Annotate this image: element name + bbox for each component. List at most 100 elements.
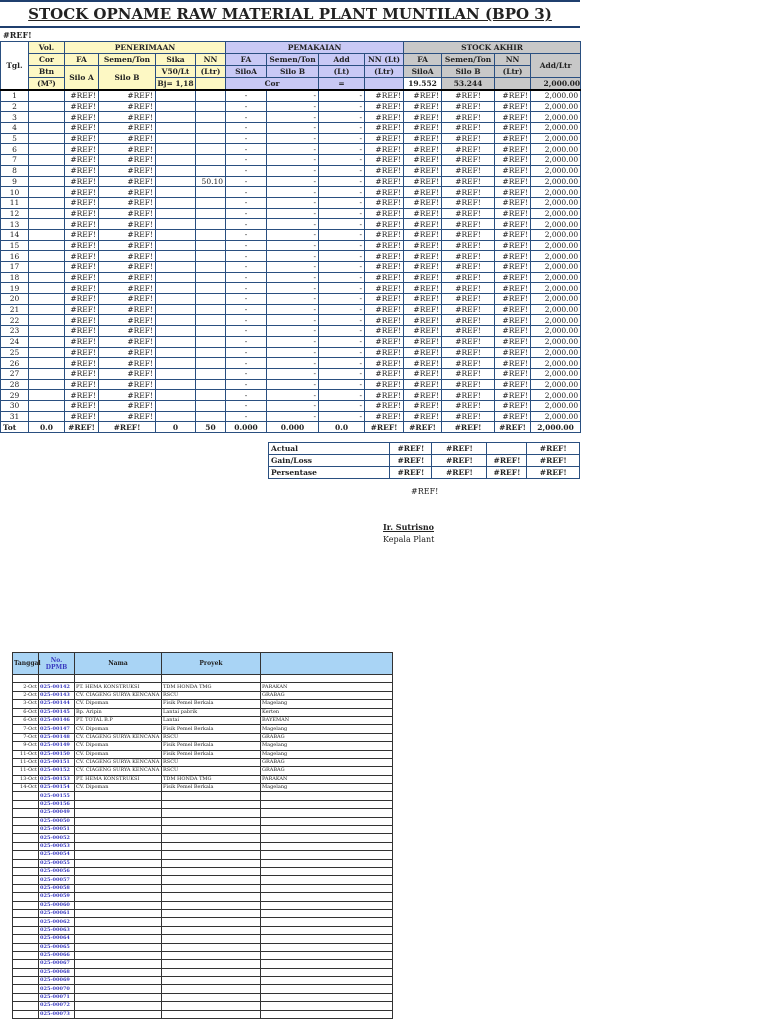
summary-row: Gain/Loss #REF! #REF! #REF! #REF! bbox=[267, 454, 580, 467]
dpmb-date: 13-Oct bbox=[12, 774, 39, 785]
cell-use-fa: - bbox=[225, 122, 268, 134]
stock-add-value: 2,000.00 bbox=[530, 77, 582, 91]
cell-stock-fa: #REF! bbox=[403, 154, 443, 166]
table-row: 24 #REF! #REF! - - - #REF! #REF! #REF! #REF! 2,000… bbox=[0, 335, 582, 348]
table-row: 23 #REF! #REF! - - - #REF! #REF! #REF! #REF! 2,000… bbox=[0, 325, 582, 337]
dpmb-location: GRABAG bbox=[260, 732, 393, 743]
cell-stock-nn: #REF! bbox=[494, 89, 532, 102]
cell-use-add: - bbox=[318, 175, 366, 188]
cell-stock-fa: #REF! bbox=[403, 250, 443, 262]
dpmb-project bbox=[161, 1001, 261, 1011]
cell-stock-fa: #REF! bbox=[403, 111, 443, 124]
cell-use-add: - bbox=[318, 303, 366, 316]
cell-use-fa: - bbox=[225, 143, 268, 156]
cell-use-nn: #REF! bbox=[364, 378, 405, 391]
dpmb-project bbox=[161, 992, 261, 1003]
cell-semen-silo-b: #REF! bbox=[98, 186, 156, 198]
cell-fa-silo-a: #REF! bbox=[64, 89, 99, 102]
dpmb-location: Magelang bbox=[260, 699, 393, 709]
dpmb-name: CV. CIAGENG SURYA KENCANA bbox=[74, 766, 162, 776]
cell-use-semen: - bbox=[266, 164, 320, 177]
cell-vol bbox=[28, 122, 65, 134]
cell-vol bbox=[28, 325, 65, 337]
cell-nn bbox=[194, 132, 227, 145]
cell-stock-fa: #REF! bbox=[403, 207, 443, 220]
dpmb-dpmb-no: 025-00066 bbox=[38, 950, 75, 961]
cell-stock-add: 2,000.00 bbox=[530, 122, 582, 134]
cell-fa-silo-a: #REF! bbox=[64, 111, 99, 124]
cell-semen-silo-b: #REF! bbox=[98, 143, 156, 156]
summary-value: #REF! bbox=[389, 442, 433, 455]
cell-sika bbox=[155, 186, 196, 198]
cell-use-fa: - bbox=[225, 282, 268, 295]
cell-fa-silo-a: #REF! bbox=[64, 218, 99, 230]
cell-sika bbox=[155, 261, 196, 273]
cell-nn bbox=[194, 314, 227, 327]
cell-fa-silo-a: #REF! bbox=[64, 143, 99, 156]
cell-stock-semen: #REF! bbox=[441, 335, 496, 348]
cell-stock-nn: #REF! bbox=[494, 132, 532, 145]
blank-row bbox=[12, 673, 393, 684]
dpmb-project bbox=[161, 866, 261, 877]
cell-nn bbox=[194, 143, 227, 156]
cell-tgl: 10 bbox=[0, 186, 29, 198]
cell-tgl: 18 bbox=[0, 271, 29, 284]
dpmb-project: Fisik Pemel Berkala bbox=[161, 741, 261, 751]
cell-stock-nn: #REF! bbox=[494, 261, 532, 273]
cell-vol bbox=[28, 175, 65, 188]
dpmb-date bbox=[12, 950, 39, 961]
cell-tgl: 20 bbox=[0, 293, 29, 305]
dpmb-project bbox=[161, 984, 261, 994]
cell-semen-silo-b: #REF! bbox=[98, 346, 156, 359]
cell-stock-semen: #REF! bbox=[441, 111, 496, 124]
header-pemakaian: PEMAKAIAN bbox=[225, 41, 405, 54]
dpmb-date bbox=[12, 866, 39, 877]
cell-stock-semen: #REF! bbox=[441, 207, 496, 220]
dpmb-dpmb-no: 025-00060 bbox=[38, 900, 75, 910]
cell-nn bbox=[194, 207, 227, 220]
dpmb-name bbox=[74, 799, 162, 810]
dpmb-date: 7-Oct bbox=[12, 724, 39, 734]
dpmb-project: RSCU bbox=[161, 757, 261, 768]
cell-use-add: - bbox=[318, 239, 366, 252]
header-cor: Cor bbox=[28, 53, 65, 66]
cell-fa-silo-a: #REF! bbox=[64, 367, 99, 380]
header-semen: Semen/Ton bbox=[98, 53, 156, 66]
cell-use-nn: #REF! bbox=[364, 186, 405, 198]
cell-use-fa: - bbox=[225, 399, 268, 412]
cell-stock-nn: #REF! bbox=[494, 367, 532, 380]
cell-use-add: - bbox=[318, 164, 366, 177]
dpmb-name bbox=[74, 883, 162, 894]
cell-sika bbox=[155, 164, 196, 177]
dpmb-name bbox=[74, 942, 162, 952]
cell-use-semen: - bbox=[266, 207, 320, 220]
dpmb-location: GRABAG bbox=[260, 757, 393, 768]
dpmb-date bbox=[12, 908, 39, 919]
cell-fa-silo-a: #REF! bbox=[64, 421, 99, 433]
cell-tgl: 28 bbox=[0, 378, 29, 391]
dpmb-dpmb-no: 025-00051 bbox=[38, 825, 75, 835]
cell-semen-silo-b: #REF! bbox=[98, 100, 156, 113]
cell-sika bbox=[155, 154, 196, 166]
cell-use-add: - bbox=[318, 207, 366, 220]
cell-use-add: - bbox=[318, 261, 366, 273]
cell-use-add: - bbox=[318, 410, 366, 423]
header-s-ltr: (Ltr) bbox=[494, 65, 532, 78]
dpmb-location bbox=[260, 1001, 393, 1011]
dpmb-dpmb-no: 025-00144 bbox=[38, 699, 75, 709]
dpmb-date: 2-Oct bbox=[12, 682, 39, 692]
cell-use-add: - bbox=[318, 218, 366, 230]
table-row: 11 #REF! #REF! - - - #REF! #REF! #REF! #REF! 2,000… bbox=[0, 196, 582, 209]
cell-stock-add: 2,000.00 bbox=[530, 335, 582, 348]
cell-vol bbox=[28, 261, 65, 273]
dpmb-date bbox=[12, 959, 39, 969]
dpmb-project bbox=[161, 875, 261, 885]
dpmb-location bbox=[260, 934, 393, 944]
cell-stock-nn: #REF! bbox=[494, 186, 532, 198]
summary-value: #REF! bbox=[389, 454, 433, 467]
dpmb-header bbox=[260, 652, 393, 675]
cell-use-add: - bbox=[318, 132, 366, 145]
header-fa: FA bbox=[64, 53, 99, 66]
dpmb-project bbox=[161, 841, 261, 852]
cell-semen-silo-b: #REF! bbox=[98, 410, 156, 423]
